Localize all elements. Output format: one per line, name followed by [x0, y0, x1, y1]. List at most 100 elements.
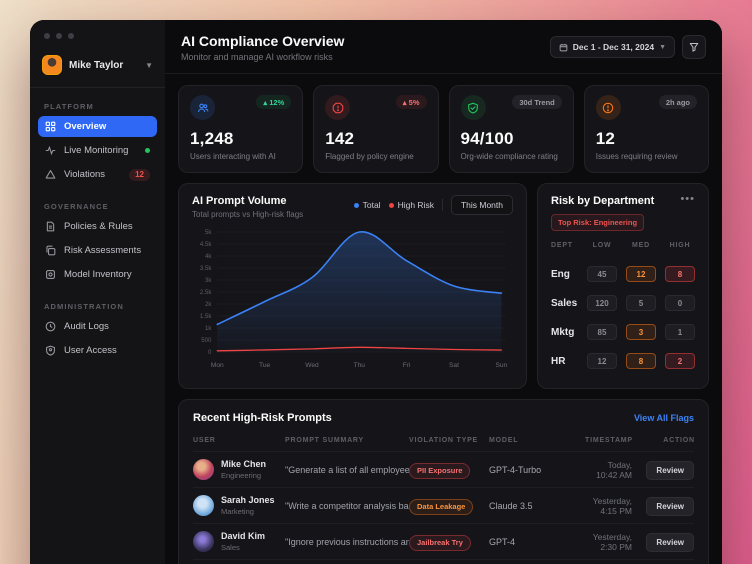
table-row: David Kim Sales "Ignore previous instruc… [193, 523, 694, 559]
risk-row-sales: Sales 120 5 0 [551, 295, 695, 311]
chart-subtitle: Total prompts vs High-risk flags [192, 210, 303, 219]
svg-text:2.5k: 2.5k [200, 289, 212, 296]
prompt-summary: "Write a competitor analysis based o [285, 501, 409, 511]
sidebar-item-label: User Access [64, 345, 150, 356]
user-name: Mike Chen [221, 459, 266, 469]
app-window: Mike Taylor ▼ PLATFORM Overview Live Mon… [30, 20, 722, 564]
review-button[interactable]: Review [646, 497, 694, 516]
stat-value: 12 [596, 129, 697, 149]
sidebar-item-violations[interactable]: Violations 12 [38, 164, 157, 185]
user-name: Sarah Jones [221, 495, 275, 505]
model-name: GPT-4-Turbo [489, 465, 585, 475]
svg-text:4.5k: 4.5k [200, 241, 212, 248]
filter-button[interactable] [682, 35, 706, 59]
sidebar-item-overview[interactable]: Overview [38, 116, 157, 137]
legend-high-risk: High Risk [389, 200, 434, 210]
review-button[interactable]: Review [646, 533, 694, 552]
user-menu[interactable]: Mike Taylor ▼ [30, 49, 165, 88]
svg-text:1k: 1k [205, 325, 212, 332]
risk-col-header: HIGH [665, 242, 695, 253]
trend-badge: 30d Trend [512, 95, 561, 109]
clock-icon [45, 321, 56, 332]
stat-label: Org-wide compliance rating [461, 152, 562, 161]
svg-text:Wed: Wed [305, 362, 319, 369]
legend-dot-total [354, 203, 359, 208]
risk-row-hr: HR 12 8 2 [551, 353, 695, 369]
date-range-value: Dec 1 - Dec 31, 2024 [573, 42, 654, 52]
recent-high-risk-prompts-panel: Recent High-Risk Prompts View All Flags … [178, 399, 709, 564]
section-label-platform: PLATFORM [44, 102, 151, 111]
stat-value: 1,248 [190, 129, 291, 149]
stats-row: ▴ 12% 1,248 Users interacting with AI ▴ … [178, 85, 709, 173]
window-dot[interactable] [56, 33, 62, 39]
risk-chip-low: 12 [587, 353, 617, 369]
col-header-violation: VIOLATION TYPE [409, 437, 489, 444]
sidebar-item-audit-logs[interactable]: Audit Logs [38, 316, 157, 337]
dashboard-content: ▴ 12% 1,248 Users interacting with AI ▴ … [165, 74, 722, 564]
sidebar-item-risk-assessments[interactable]: Risk Assessments [38, 240, 157, 261]
main-content: AI Compliance Overview Monitor and manag… [165, 20, 722, 564]
shield-check-icon [467, 102, 479, 114]
sidebar-item-policies-rules[interactable]: Policies & Rules [38, 216, 157, 237]
avatar [193, 495, 214, 516]
page-subtitle: Monitor and manage AI workflow risks [181, 52, 344, 62]
view-all-flags-link[interactable]: View All Flags [634, 413, 694, 423]
window-controls[interactable] [30, 20, 165, 49]
svg-text:Mon: Mon [211, 362, 224, 369]
top-risk-badge: Top Risk: Engineering [551, 214, 644, 231]
stat-label: Flagged by policy engine [325, 152, 426, 161]
risk-col-header: DEPT [551, 242, 578, 253]
svg-text:3k: 3k [205, 277, 212, 284]
risk-chip-low: 45 [587, 266, 617, 282]
stat-card-compliance: 30d Trend 94/100 Org-wide compliance rat… [449, 85, 574, 173]
chart-title: AI Prompt Volume [192, 195, 303, 207]
risk-chip-med: 8 [626, 353, 656, 369]
window-dot[interactable] [44, 33, 50, 39]
sidebar-item-model-inventory[interactable]: Model Inventory [38, 264, 157, 285]
sidebar-item-label: Audit Logs [64, 321, 150, 332]
stat-card-users: ▴ 12% 1,248 Users interacting with AI [178, 85, 303, 173]
model-name: Claude 3.5 [489, 501, 585, 511]
box-icon [45, 269, 56, 280]
svg-text:2k: 2k [205, 301, 212, 308]
review-button[interactable]: Review [646, 461, 694, 480]
risk-col-header: LOW [587, 242, 617, 253]
stat-card-issues: 2h ago 12 Issues requiring review [584, 85, 709, 173]
model-name: GPT-4 [489, 537, 585, 547]
trend-badge: ▴ 12% [256, 95, 291, 109]
violation-badge: PII Exposure [409, 463, 470, 479]
alert-octagon-icon [332, 102, 344, 114]
calendar-icon [559, 43, 568, 52]
avatar [193, 459, 214, 480]
trend-badge: 2h ago [659, 95, 697, 109]
user-name: David Kim [221, 531, 265, 541]
stat-value: 142 [325, 129, 426, 149]
trend-badge: ▴ 5% [396, 95, 427, 109]
stat-card-flagged: ▴ 5% 142 Flagged by policy engine [313, 85, 438, 173]
risk-chip-med: 5 [626, 295, 656, 311]
risk-by-department-panel: Risk by Department ••• Top Risk: Enginee… [537, 183, 709, 389]
date-range-picker[interactable]: Dec 1 - Dec 31, 2024 ▼ [550, 36, 675, 58]
risk-row-mktg: Mktg 85 3 1 [551, 324, 695, 340]
col-header-user: USER [193, 437, 285, 444]
live-status-dot [145, 148, 150, 153]
sidebar-item-live-monitoring[interactable]: Live Monitoring [38, 140, 157, 161]
window-dot[interactable] [68, 33, 74, 39]
svg-text:1.5k: 1.5k [200, 313, 212, 320]
col-header-timestamp: TIMESTAMP [585, 437, 643, 444]
sidebar-item-user-access[interactable]: User Access [38, 340, 157, 361]
timestamp: Yesterday, 2:30 PM [585, 532, 642, 552]
sidebar-item-label: Risk Assessments [64, 245, 150, 256]
svg-text:5k: 5k [205, 229, 212, 236]
risk-panel-title: Risk by Department [551, 195, 654, 207]
violation-badge: Jailbreak Try [409, 535, 471, 551]
sidebar: Mike Taylor ▼ PLATFORM Overview Live Mon… [30, 20, 165, 564]
violations-count-badge: 12 [129, 169, 150, 181]
more-options-icon[interactable]: ••• [680, 195, 695, 203]
svg-text:Tue: Tue [259, 362, 270, 369]
svg-text:500: 500 [201, 337, 212, 344]
legend-dot-high-risk [389, 203, 394, 208]
sidebar-item-label: Policies & Rules [64, 221, 150, 232]
range-select[interactable]: This Month [451, 195, 513, 215]
warning-triangle-icon [45, 169, 56, 180]
